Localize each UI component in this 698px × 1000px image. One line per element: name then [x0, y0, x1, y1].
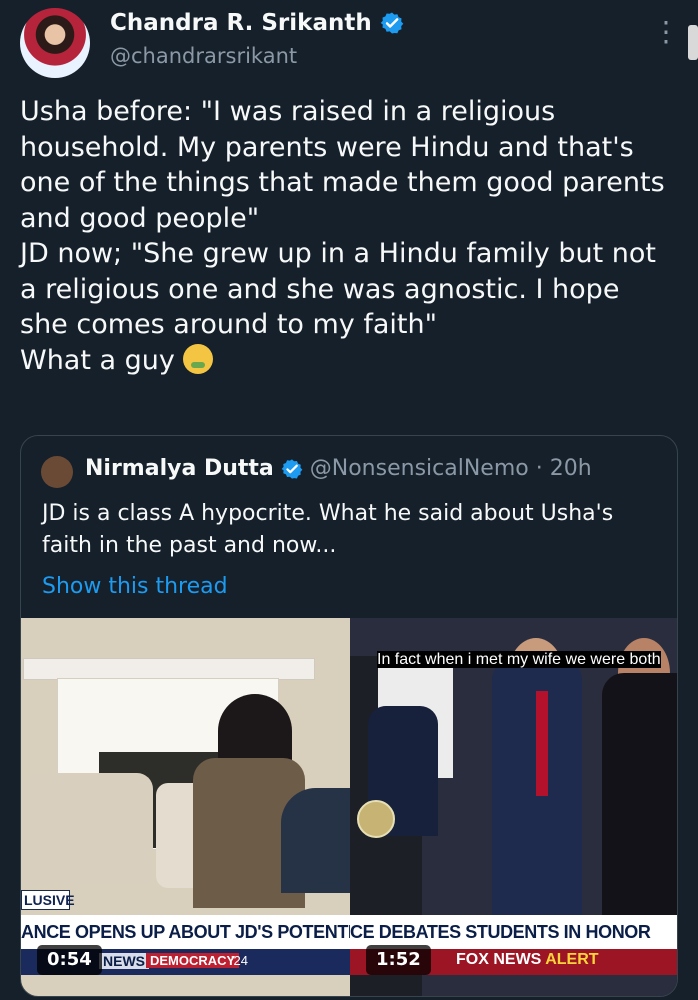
author-name[interactable]: Chandra R. Srikanth [110, 10, 372, 36]
video-caption: In fact when i met my wife we were both [377, 649, 677, 671]
ticker-democracy: DEMOCRACY [146, 953, 240, 968]
quoted-tweet[interactable]: Nirmalya Dutta @NonsensicalNemo · 20h JD… [20, 435, 678, 997]
woman-figure [602, 673, 677, 933]
author-handle[interactable]: @chandrarsrikant [110, 44, 297, 68]
fireplace-mantel [23, 658, 315, 680]
verified-badge-icon [281, 458, 303, 479]
author-avatar[interactable] [20, 8, 90, 78]
video-headline: CE DEBATES STUDENTS IN HONOR [350, 922, 651, 942]
fox-news-alert: FOX NEWS ALERT [456, 951, 599, 969]
quoted-tweet-header: Nirmalya Dutta @NonsensicalNemo · 20h [85, 456, 592, 481]
scrollbar[interactable] [688, 25, 698, 60]
more-options-icon[interactable]: ⋮ [652, 18, 680, 46]
ticker-news: NEWS [99, 953, 149, 969]
video-caption-text: In fact when i met my wife we were both [377, 651, 661, 668]
author-name-row: Chandra R. Srikanth [110, 10, 404, 36]
ticker-alert: ALERT [545, 951, 599, 968]
quoted-author-name[interactable]: Nirmalya Dutta [85, 456, 274, 481]
red-tie [536, 691, 548, 796]
podium-seal [357, 800, 395, 838]
tweet-body: Usha before: "I was raised in a religiou… [20, 96, 665, 376]
video-headline: ANCE OPENS UP ABOUT JD'S POTENTIAL AS VE [21, 915, 350, 949]
show-thread-link[interactable]: Show this thread [42, 574, 228, 599]
verified-badge-icon [380, 12, 404, 34]
exclusive-label: LUSIVE [21, 890, 75, 910]
video-duration: 1:52 [366, 945, 431, 975]
ticker-brand: FOX NEWS [456, 951, 542, 968]
quoted-author-handle[interactable]: @NonsensicalNemo [310, 456, 529, 481]
quoted-author-avatar[interactable] [41, 456, 73, 488]
tweet-text: Usha before: "I was raised in a religiou… [20, 94, 670, 378]
video-thumbnail-left[interactable]: LUSIVE ANCE OPENS UP ABOUT JD'S POTENTIA… [21, 618, 350, 996]
armchair [23, 773, 153, 885]
tweet: Chandra R. Srikanth @chandrarsrikant ⋮ U… [0, 0, 698, 1000]
media-grid: LUSIVE ANCE OPENS UP ABOUT JD'S POTENTIA… [21, 618, 677, 996]
man-shoulder [281, 788, 350, 893]
video-thumbnail-right[interactable]: In fact when i met my wife we were both … [350, 618, 677, 996]
time-separator: · [535, 456, 543, 481]
quoted-tweet-time[interactable]: 20h [550, 456, 592, 481]
quoted-tweet-text: JD is a class A hypocrite. What he said … [42, 501, 614, 558]
ticker-year: '24 [231, 953, 248, 968]
nauseated-face-icon [183, 343, 214, 374]
video-duration: 0:54 [37, 945, 102, 975]
